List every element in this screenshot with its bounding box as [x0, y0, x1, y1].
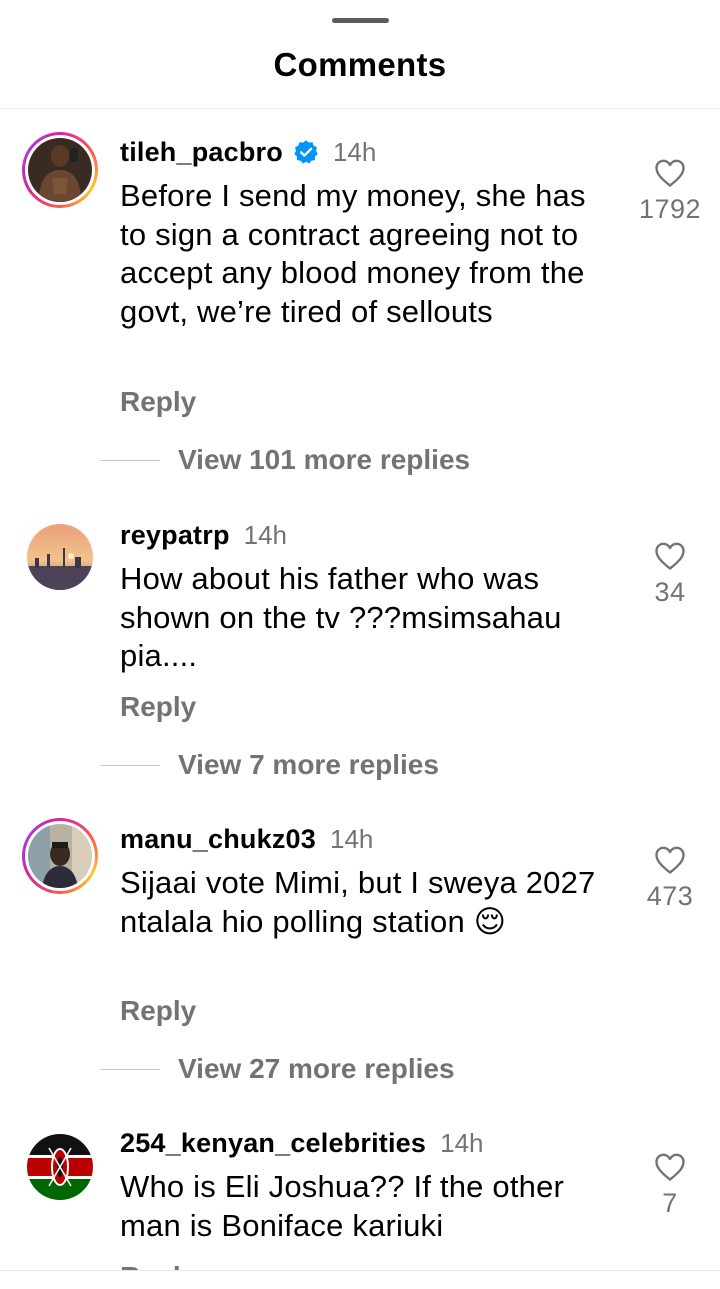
username[interactable]: reypatrp — [120, 520, 230, 551]
replies-divider-line — [100, 764, 160, 766]
comment-meta: manu_chukz03 14h — [120, 821, 373, 857]
view-more-replies-button[interactable]: View 27 more replies — [100, 1053, 455, 1085]
reply-button[interactable]: Reply — [120, 691, 196, 723]
avatar[interactable] — [22, 132, 98, 208]
comment-text: How about his father who was shown on th… — [120, 561, 562, 673]
like-button[interactable]: 1792 — [620, 158, 720, 225]
comment-text: Who is Eli Joshua?? If the other man is … — [120, 1169, 565, 1243]
timestamp: 14h — [329, 823, 374, 854]
heart-outline-icon — [655, 542, 685, 570]
comment-meta: tileh_pacbro 14h — [120, 134, 376, 170]
verified-badge-icon — [294, 140, 318, 164]
comments-sheet: Comments tileh_pacbro 14h Before I send … — [0, 0, 720, 1289]
bottom-bar — [0, 1270, 720, 1289]
reply-button[interactable]: Reply — [120, 995, 196, 1027]
view-more-replies-label: View 27 more replies — [178, 1053, 455, 1084]
comment-meta: 254_kenyan_celebrities 14h — [120, 1125, 484, 1161]
comment-text: Sijaai vote Mimi, but I sweya 2027 ntala… — [120, 865, 596, 939]
like-count: 473 — [646, 881, 694, 911]
header-divider — [0, 108, 720, 109]
reply-button[interactable]: Reply — [120, 386, 196, 418]
kenya-flag-avatar — [27, 1134, 93, 1200]
heart-outline-icon — [655, 159, 685, 187]
username[interactable]: 254_kenyan_celebrities — [120, 1128, 426, 1159]
drag-handle[interactable] — [332, 18, 389, 23]
like-button[interactable]: 473 — [620, 845, 720, 912]
timestamp: 14h — [440, 1127, 484, 1158]
like-button[interactable]: 34 — [620, 541, 720, 608]
timestamp: 14h — [243, 519, 288, 550]
view-more-replies-label: View 7 more replies — [178, 749, 439, 780]
heart-outline-icon — [655, 846, 685, 874]
username[interactable]: tileh_pacbro — [120, 137, 283, 168]
timestamp: 14h — [332, 136, 377, 167]
avatar[interactable] — [22, 519, 98, 595]
avatar[interactable] — [22, 818, 98, 894]
view-more-replies-button[interactable]: View 101 more replies — [100, 444, 470, 476]
like-count: 1792 — [638, 194, 702, 224]
like-count: 34 — [654, 577, 686, 607]
avatar-image — [28, 138, 92, 202]
replies-divider-line — [100, 1068, 160, 1070]
like-count: 7 — [662, 1188, 678, 1218]
like-button[interactable]: 7 — [620, 1152, 720, 1219]
comment-text: Before I send my money, she has to sign … — [120, 178, 586, 329]
replies-divider-line — [100, 459, 160, 461]
sheet-title: Comments — [273, 46, 447, 83]
view-more-replies-label: View 101 more replies — [178, 444, 471, 475]
avatar[interactable] — [22, 1129, 98, 1205]
username[interactable]: manu_chukz03 — [120, 824, 316, 855]
view-more-replies-button[interactable]: View 7 more replies — [100, 749, 439, 781]
avatar-image — [27, 524, 93, 590]
heart-outline-icon — [655, 1153, 685, 1181]
comment-meta: reypatrp 14h — [120, 517, 287, 553]
avatar-image — [28, 824, 92, 888]
